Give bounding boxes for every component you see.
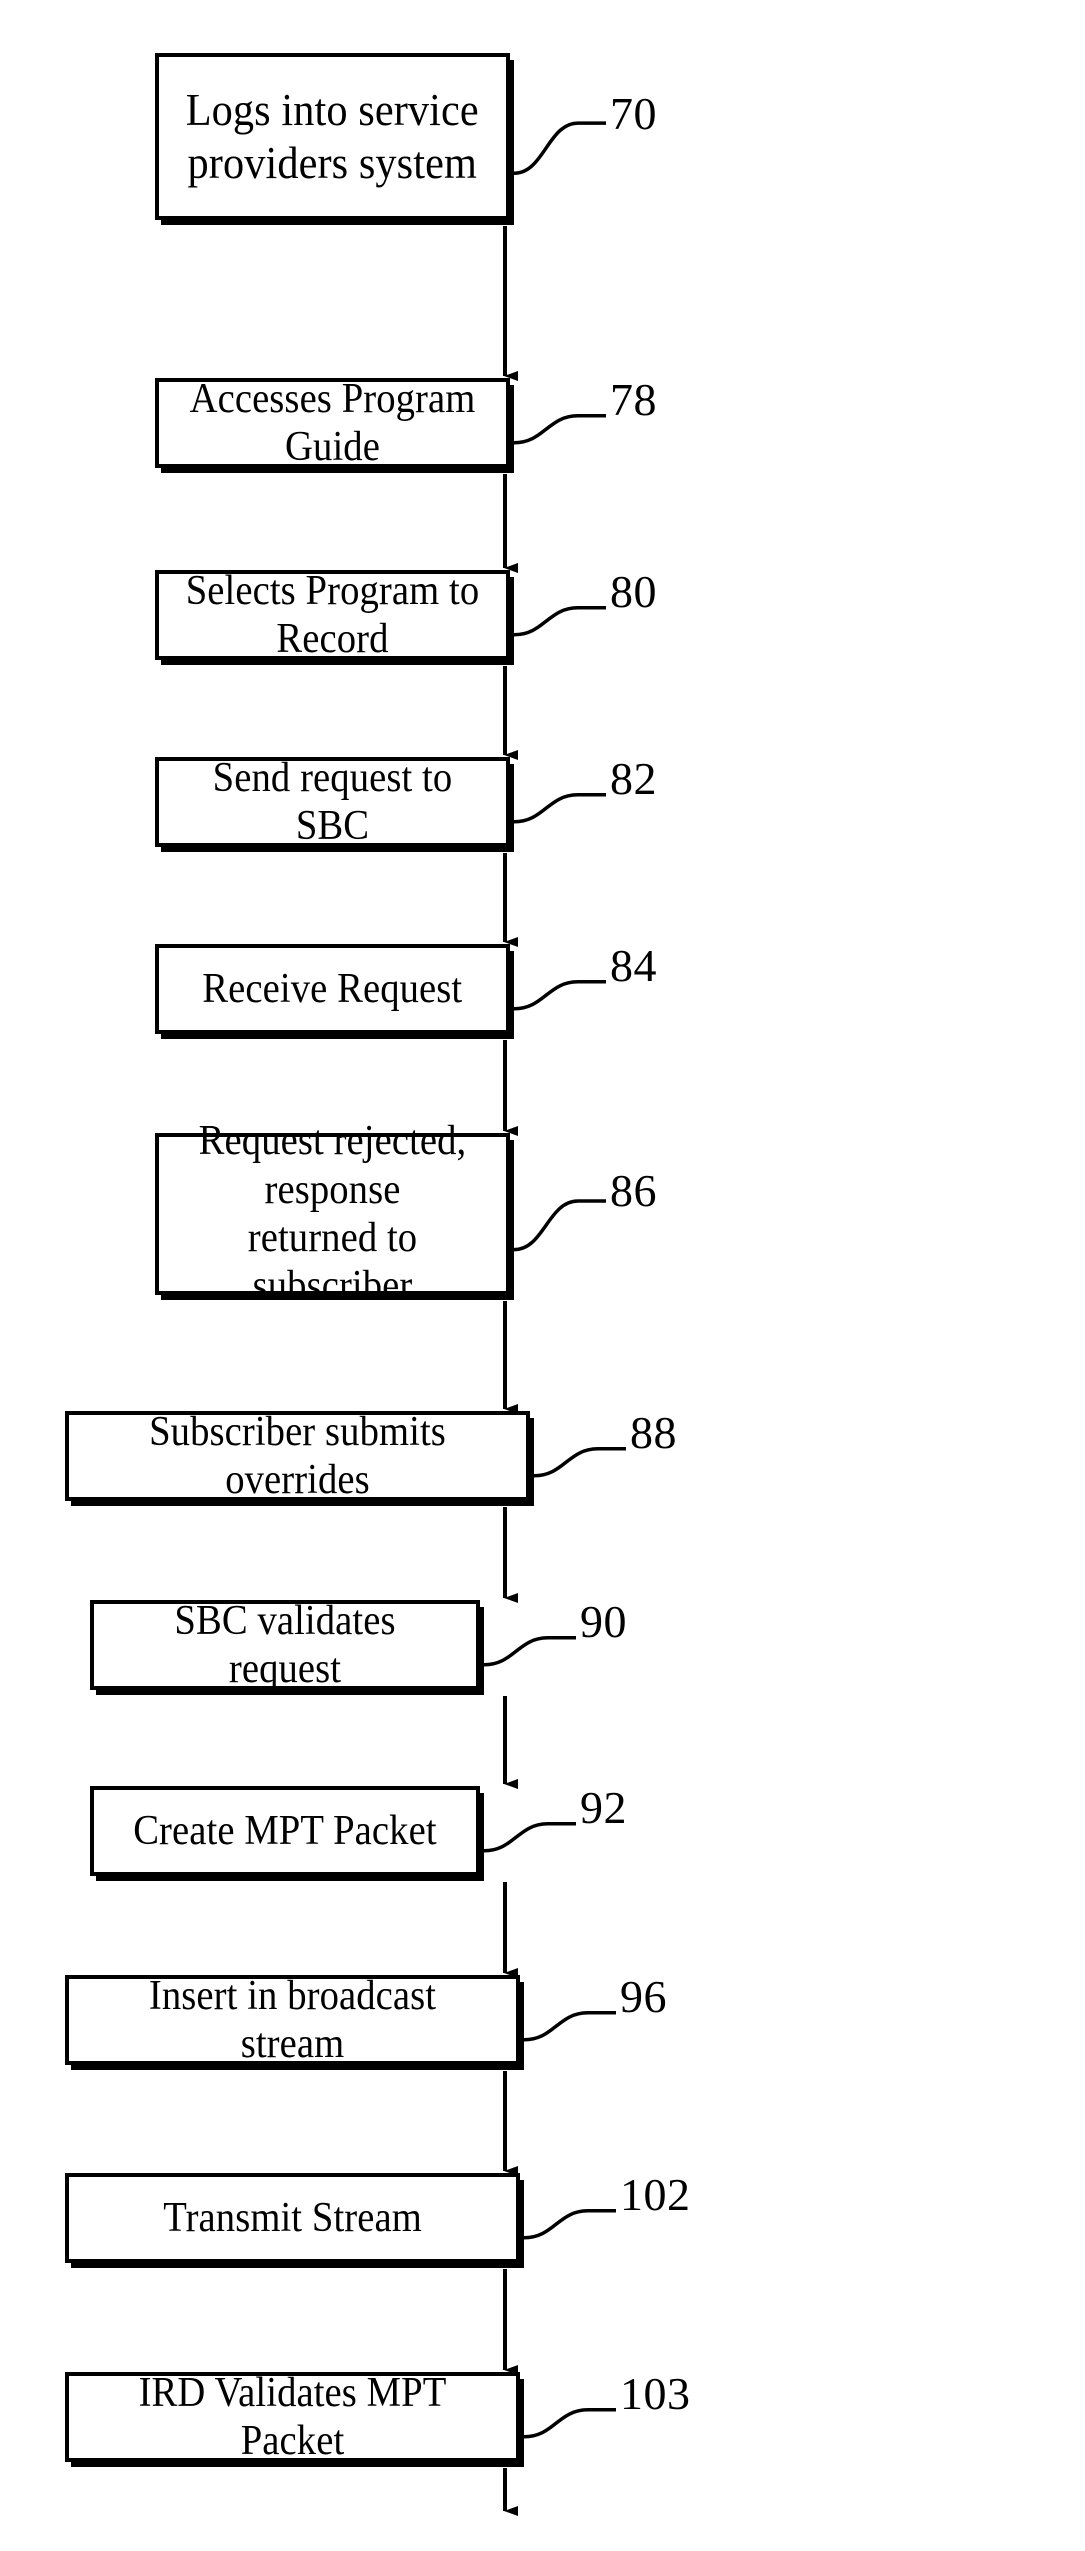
flow-node-102-label: Transmit Stream <box>163 2194 422 2241</box>
flow-node-80[interactable]: Selects Program to Record <box>155 568 510 662</box>
leader-line-90 <box>483 1636 576 1667</box>
leader-line-88 <box>533 1447 626 1478</box>
flow-node-103-label: IRD Validates MPT Packet <box>138 2369 447 2464</box>
leader-line-103 <box>523 2408 616 2439</box>
flow-node-88-label: Subscriber submits overrides <box>149 1408 446 1503</box>
leader-line-70 <box>513 121 606 175</box>
leader-line-78 <box>513 414 606 445</box>
leader-line-82 <box>513 793 606 824</box>
flow-node-82-label: Send request to SBC <box>212 754 453 849</box>
flowchart-figure: Logs into service providers system 70 Ac… <box>0 0 1085 2551</box>
flow-node-88[interactable]: Subscriber submits overrides <box>65 1409 530 1503</box>
ref-numeral-102: 102 <box>620 2169 691 2220</box>
flow-node-96[interactable]: Insert in broadcast stream <box>65 1973 520 2067</box>
flow-node-84-label: Receive Request <box>202 965 463 1012</box>
flow-node-70-label: Logs into service providers system <box>185 83 480 188</box>
ref-numeral-86: 86 <box>610 1165 657 1216</box>
flow-node-90-label: SBC validates request <box>174 1597 396 1692</box>
flow-node-78-label: Accesses Program Guide <box>189 375 476 470</box>
ref-numeral-103: 103 <box>620 2368 691 2419</box>
flow-node-80-label: Selects Program to Record <box>185 567 480 662</box>
flow-node-96-label: Insert in broadcast stream <box>148 1972 437 2067</box>
flow-node-102[interactable]: Transmit Stream <box>65 2173 520 2263</box>
flow-node-86-label: Request rejected, response returned to s… <box>198 1118 467 1310</box>
flow-node-82[interactable]: Send request to SBC <box>155 755 510 849</box>
flow-node-103[interactable]: IRD Validates MPT Packet <box>65 2370 520 2464</box>
ref-numeral-82: 82 <box>610 753 657 804</box>
leader-line-92 <box>483 1822 576 1853</box>
ref-numeral-92: 92 <box>580 1782 627 1833</box>
flow-node-70[interactable]: Logs into service providers system <box>155 53 510 220</box>
ref-numeral-80: 80 <box>610 566 657 617</box>
flow-node-78[interactable]: Accesses Program Guide <box>155 376 510 470</box>
ref-numeral-88: 88 <box>630 1407 677 1458</box>
ref-numeral-70: 70 <box>610 87 657 139</box>
flow-node-84[interactable]: Receive Request <box>155 944 510 1034</box>
ref-numeral-78: 78 <box>610 374 657 425</box>
flow-node-92[interactable]: Create MPT Packet <box>90 1786 480 1876</box>
leader-line-96 <box>523 2011 616 2042</box>
flow-node-86[interactable]: Request rejected, response returned to s… <box>155 1118 510 1309</box>
ref-numeral-96: 96 <box>620 1971 667 2022</box>
flow-node-90[interactable]: SBC validates request <box>90 1598 480 1692</box>
ref-numeral-90: 90 <box>580 1596 627 1647</box>
ref-numeral-84: 84 <box>610 940 657 991</box>
leader-line-86 <box>513 1199 606 1252</box>
leader-line-102 <box>523 2209 616 2240</box>
flow-node-92-label: Create MPT Packet <box>133 1807 437 1854</box>
leader-line-80 <box>513 606 606 637</box>
leader-line-84 <box>513 980 606 1011</box>
